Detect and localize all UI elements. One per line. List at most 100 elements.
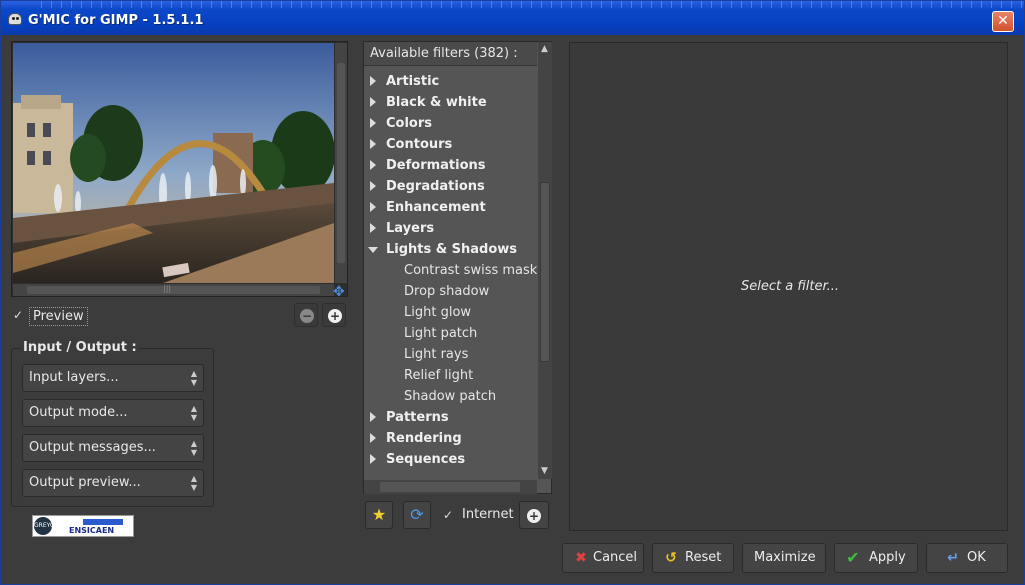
filter-category-patterns[interactable]: Patterns bbox=[364, 407, 537, 428]
internet-checkbox[interactable]: ✓ bbox=[443, 509, 455, 521]
filter-label: Drop shadow bbox=[404, 284, 490, 299]
zoom-out-icon: − bbox=[300, 309, 314, 323]
filter-label: Deformations bbox=[386, 158, 486, 173]
gmic-window: G'MIC for GIMP - 1.5.1.1 ✕ ||| ✥ ✓ Previ… bbox=[0, 0, 1025, 585]
output-mode-combo[interactable]: Output mode... ▲ ▼ bbox=[22, 399, 204, 427]
filter-label: Light patch bbox=[404, 326, 478, 341]
internet-label: Internet bbox=[462, 507, 514, 522]
filter-label: Patterns bbox=[386, 410, 449, 425]
cancel-icon: ✖ bbox=[575, 550, 587, 566]
filter-list-header[interactable]: Available filters (382) : bbox=[364, 42, 537, 66]
ok-label: OK bbox=[967, 550, 986, 565]
zoom-in-button[interactable]: + bbox=[322, 303, 346, 327]
maximize-label: Maximize bbox=[754, 550, 816, 565]
select-filter-message: Select a filter... bbox=[741, 279, 839, 294]
output-preview-combo[interactable]: Output preview... ▲ ▼ bbox=[22, 469, 204, 497]
preview-label[interactable]: Preview bbox=[29, 307, 88, 326]
filter-label: Degradations bbox=[386, 179, 485, 194]
ok-button[interactable]: ↵ OK bbox=[926, 543, 1008, 573]
greyc-badge: GREYC bbox=[34, 517, 54, 535]
output-messages-combo[interactable]: Output messages... ▲ ▼ bbox=[22, 434, 204, 462]
refresh-button[interactable]: ⟳ bbox=[403, 501, 431, 529]
scroll-down-icon[interactable]: ▼ bbox=[541, 466, 548, 476]
filter-list[interactable]: Artistic Black & white Colors Contours Defor… bbox=[364, 67, 537, 479]
greyc-ensicaen-logo[interactable]: GREYC ENSICAEN bbox=[32, 515, 134, 537]
filter-category-rendering[interactable]: Rendering bbox=[364, 428, 537, 449]
check-icon: ✔ bbox=[846, 548, 860, 567]
filter-tree: Available filters (382) : Artistic Black … bbox=[363, 41, 552, 494]
filter-label: Artistic bbox=[386, 74, 440, 89]
background-ruler bbox=[41, 1, 1024, 8]
filter-category-layers[interactable]: Layers bbox=[364, 218, 537, 239]
updown-arrows-icon: ▲ ▼ bbox=[190, 474, 197, 492]
filter-label: Light rays bbox=[404, 347, 469, 362]
collapsed-arrow-icon[interactable] bbox=[370, 412, 376, 422]
filter-category-lights-shadows[interactable]: Lights & Shadows bbox=[364, 239, 537, 260]
filter-item-contrast-swiss-mask[interactable]: Contrast swiss mask bbox=[364, 260, 537, 281]
gimp-app-icon bbox=[8, 13, 22, 25]
preview-photo bbox=[13, 43, 334, 283]
collapsed-arrow-icon[interactable] bbox=[370, 181, 376, 191]
apply-button[interactable]: ✔ Apply bbox=[834, 543, 918, 573]
filter-label: Contrast swiss mask bbox=[404, 263, 537, 278]
collapsed-arrow-icon[interactable] bbox=[370, 160, 376, 170]
title-bar[interactable]: G'MIC for GIMP - 1.5.1.1 ✕ bbox=[1, 1, 1024, 35]
favorites-button[interactable]: ★ bbox=[365, 501, 393, 529]
filter-item-light-rays[interactable]: Light rays bbox=[364, 344, 537, 365]
filter-item-light-patch[interactable]: Light patch bbox=[364, 323, 537, 344]
updown-arrows-icon: ▲ ▼ bbox=[190, 369, 197, 387]
filter-category-sequences[interactable]: Sequences bbox=[364, 449, 537, 470]
preview-horizontal-scrollbar[interactable]: ||| bbox=[13, 284, 334, 296]
filter-category-artistic[interactable]: Artistic bbox=[364, 71, 537, 92]
filter-item-drop-shadow[interactable]: Drop shadow bbox=[364, 281, 537, 302]
filter-vertical-scrollbar[interactable]: ▲ ▼ bbox=[538, 42, 552, 479]
filter-label: Contours bbox=[386, 137, 453, 152]
add-filter-button[interactable]: + bbox=[519, 501, 549, 529]
cancel-button[interactable]: ✖ Cancel bbox=[562, 543, 644, 573]
filter-category-black-white[interactable]: Black & white bbox=[364, 92, 537, 113]
filter-horizontal-scrollbar[interactable] bbox=[364, 480, 537, 494]
collapsed-arrow-icon[interactable] bbox=[370, 454, 376, 464]
filter-label: Enhancement bbox=[386, 200, 486, 215]
filter-item-relief-light[interactable]: Relief light bbox=[364, 365, 537, 386]
preview-vertical-scrollbar[interactable] bbox=[335, 43, 347, 283]
collapsed-arrow-icon[interactable] bbox=[370, 202, 376, 212]
collapsed-arrow-icon[interactable] bbox=[370, 223, 376, 233]
maximize-button[interactable]: Maximize bbox=[742, 543, 826, 573]
reset-label: Reset bbox=[685, 550, 722, 565]
expanded-arrow-icon[interactable] bbox=[368, 247, 378, 253]
filter-label: Sequences bbox=[386, 452, 466, 467]
filter-category-contours[interactable]: Contours bbox=[364, 134, 537, 155]
preview-image[interactable] bbox=[13, 43, 334, 283]
scroll-up-icon[interactable]: ▲ bbox=[541, 44, 548, 54]
navigate-icon[interactable]: ✥ bbox=[333, 284, 345, 300]
collapsed-arrow-icon[interactable] bbox=[370, 118, 376, 128]
output-mode-label: Output mode... bbox=[29, 405, 128, 420]
filter-category-degradations[interactable]: Degradations bbox=[364, 176, 537, 197]
collapsed-arrow-icon[interactable] bbox=[370, 433, 376, 443]
filter-label: Lights & Shadows bbox=[386, 242, 518, 257]
filter-label: Colors bbox=[386, 116, 433, 131]
window-title: G'MIC for GIMP - 1.5.1.1 bbox=[28, 13, 204, 28]
output-messages-label: Output messages... bbox=[29, 440, 156, 455]
apply-label: Apply bbox=[869, 550, 906, 565]
input-layers-label: Input layers... bbox=[29, 370, 119, 385]
filter-category-enhancement[interactable]: Enhancement bbox=[364, 197, 537, 218]
input-layers-combo[interactable]: Input layers... ▲ ▼ bbox=[22, 364, 204, 392]
preview-checkbox[interactable]: ✓ bbox=[13, 309, 25, 321]
input-output-title: Input / Output : bbox=[21, 340, 139, 355]
collapsed-arrow-icon[interactable] bbox=[370, 97, 376, 107]
filter-category-colors[interactable]: Colors bbox=[364, 113, 537, 134]
zoom-out-button[interactable]: − bbox=[294, 303, 318, 327]
filter-category-deformations[interactable]: Deformations bbox=[364, 155, 537, 176]
enter-icon: ↵ bbox=[947, 550, 959, 566]
filter-item-shadow-patch[interactable]: Shadow patch bbox=[364, 386, 537, 407]
collapsed-arrow-icon[interactable] bbox=[370, 76, 376, 86]
collapsed-arrow-icon[interactable] bbox=[370, 139, 376, 149]
reset-button[interactable]: ↺ Reset bbox=[652, 543, 734, 573]
filter-item-light-glow[interactable]: Light glow bbox=[364, 302, 537, 323]
close-button[interactable]: ✕ bbox=[992, 11, 1014, 32]
reset-icon: ↺ bbox=[665, 550, 677, 566]
plus-circle-icon: + bbox=[527, 509, 541, 523]
updown-arrows-icon: ▲ ▼ bbox=[190, 439, 197, 457]
